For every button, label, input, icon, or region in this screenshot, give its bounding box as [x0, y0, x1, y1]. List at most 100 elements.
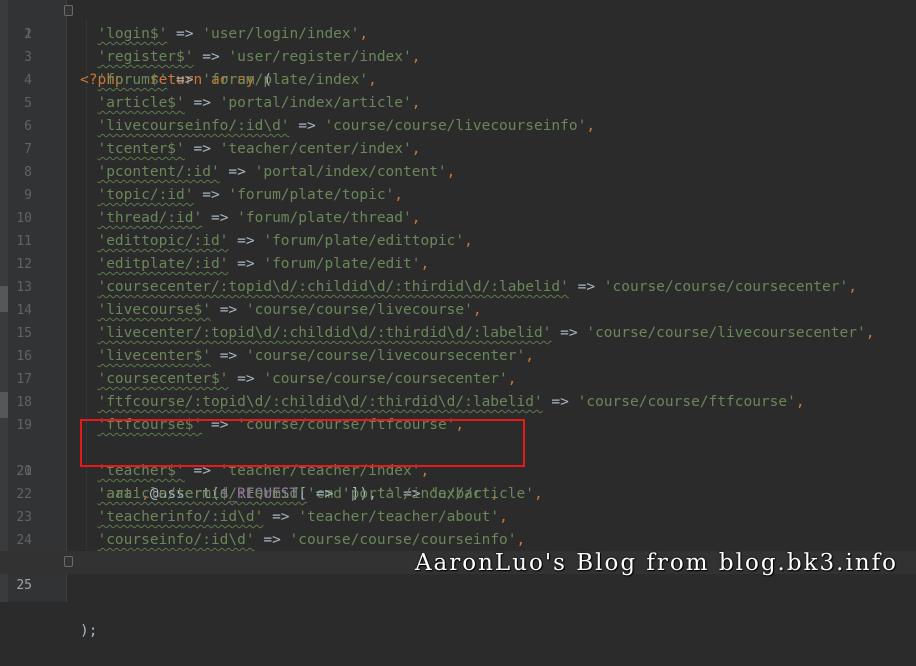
- line-number: 19: [16, 418, 32, 433]
- fold-marker-icon[interactable]: [64, 5, 73, 16]
- comma: ,: [394, 187, 404, 203]
- route-key: 'coursecenter/:topid\d/:childid\d/:third…: [97, 279, 569, 295]
- route-target: 'forum/plate/thread': [237, 210, 412, 226]
- comma: ,: [411, 95, 421, 111]
- line-number: 10: [16, 211, 32, 226]
- code-text: 'register$' => 'user/register/index',: [80, 46, 420, 69]
- line-number: 9: [24, 188, 32, 203]
- arrow: =>: [551, 325, 587, 341]
- arrow: =>: [210, 302, 246, 318]
- code-line-24[interactable]: 24 'courseinfo/:id\d' => 'course/course/…: [0, 529, 916, 552]
- code-line-8[interactable]: 8 'pcontent/:id' => 'portal/index/conten…: [0, 161, 916, 184]
- code-text: 'editplate/:id' => 'forum/plate/edit',: [80, 253, 429, 276]
- arrow: =>: [228, 256, 264, 272]
- route-target: 'course/course/livecoursecenter': [245, 348, 526, 364]
- code-line-22[interactable]: 22 'article/termid/:termid' => 'portal/i…: [0, 483, 916, 506]
- route-target: 'forum/plate/topic': [228, 187, 395, 203]
- line-number: 24: [16, 533, 32, 548]
- route-key: 'editplate/:id': [97, 256, 229, 272]
- code-line-5[interactable]: 5 'article$' => 'portal/index/article',: [0, 92, 916, 115]
- route-target: 'teacher/teacher/about': [298, 509, 500, 525]
- line-number: 12: [16, 257, 32, 272]
- route-target: 'portal/index/article': [341, 486, 534, 502]
- code-text: 'edittopic/:id' => 'forum/plate/edittopi…: [80, 230, 473, 253]
- comma: ,: [472, 302, 482, 318]
- line-number: 21: [16, 464, 32, 479]
- code-line-2[interactable]: 2 'login$' => 'user/login/index',: [0, 23, 916, 46]
- route-target: 'course/course/coursecenter': [263, 371, 508, 387]
- route-target: 'course/course/coursecenter': [603, 279, 849, 295]
- route-key: 'livecenter/:topid\d/:childid\d/:thirdid…: [97, 325, 552, 341]
- arrow: =>: [193, 49, 229, 65]
- code-line-9[interactable]: 9 'topic/:id' => 'forum/plate/topic',: [0, 184, 916, 207]
- line-number: 6: [24, 119, 32, 134]
- comma: ,: [586, 118, 596, 134]
- route-key: 'ftfcourse/:topid\d/:childid\d/:thirdid\…: [97, 394, 543, 410]
- arrow: =>: [568, 279, 604, 295]
- line-number: 13: [16, 280, 32, 295]
- code-line-14[interactable]: 14 'livecourse$' => 'course/course/livec…: [0, 299, 916, 322]
- route-key: 'teacherinfo/:id\d': [97, 509, 264, 525]
- code-line-4[interactable]: 4 'forum$' => 'forum/plate/index',: [0, 69, 916, 92]
- code-line-16[interactable]: 16 'livecenter$' => 'course/course/livec…: [0, 345, 916, 368]
- code-text: 'pcontent/:id' => 'portal/index/content'…: [80, 161, 455, 184]
- code-text: 'livecenter$' => 'course/course/livecour…: [80, 345, 534, 368]
- comma: ,: [865, 325, 875, 341]
- route-key: 'edittopic/:id': [97, 233, 229, 249]
- route-target: 'forum/plate/edit': [263, 256, 421, 272]
- route-key: 'thread/:id': [97, 210, 203, 226]
- route-target: 'course/course/courseinfo': [289, 532, 517, 548]
- code-line-6[interactable]: 6 'livecourseinfo/:id\d' => 'course/cour…: [0, 115, 916, 138]
- line-number: 8: [24, 165, 32, 180]
- route-key: 'livecenter$': [97, 348, 211, 364]
- code-line-17[interactable]: 17 'coursecenter$' => 'course/course/cou…: [0, 368, 916, 391]
- arrow: =>: [228, 233, 264, 249]
- route-target: 'course/course/livecoursecenter': [586, 325, 866, 341]
- line-number: 16: [16, 349, 32, 364]
- route-key: 'article/termid/:termid': [97, 486, 307, 502]
- code-text: );: [80, 620, 97, 643]
- arrow: =>: [210, 348, 246, 364]
- route-target: 'course/course/livecourseinfo': [324, 118, 587, 134]
- comma: ,: [446, 164, 456, 180]
- line-number: 22: [16, 487, 32, 502]
- code-text: 'forum$' => 'forum/plate/index',: [80, 69, 376, 92]
- route-target: 'course/course/ftfcourse': [577, 394, 796, 410]
- route-target: 'user/login/index': [202, 26, 360, 42]
- comma: ,: [411, 49, 421, 65]
- code-line-13[interactable]: 13 'coursecenter/:topid\d/:childid\d/:th…: [0, 276, 916, 299]
- code-text: 'livecourse$' => 'course/course/livecour…: [80, 299, 482, 322]
- code-line-12[interactable]: 12 'editplate/:id' => 'forum/plate/edit'…: [0, 253, 916, 276]
- code-text: 'coursecenter/:topid\d/:childid\d/:third…: [80, 276, 857, 299]
- line-number: 4: [24, 73, 32, 88]
- comma: ,: [507, 371, 517, 387]
- route-key: 'login$': [97, 26, 168, 42]
- arrow: =>: [306, 486, 342, 502]
- fold-marker-icon[interactable]: [64, 556, 73, 567]
- route-key: 'register$': [97, 49, 194, 65]
- arrow: =>: [289, 118, 325, 134]
- code-text: 'coursecenter$' => 'course/course/course…: [80, 368, 517, 391]
- comma: ,: [795, 394, 805, 410]
- route-key: 'pcontent/:id': [97, 164, 220, 180]
- code-line-1[interactable]: 1 <?php return array (: [0, 0, 916, 88]
- comma: ,: [464, 233, 473, 249]
- code-line-15[interactable]: 15 'livecenter/:topid\d/:childid\d/:thir…: [0, 322, 916, 345]
- code-text: 'courseinfo/:id\d' => 'course/course/cou…: [80, 529, 525, 552]
- arrow: =>: [184, 95, 220, 111]
- line-number: 23: [16, 510, 32, 525]
- code-text: 'thread/:id' => 'forum/plate/thread',: [80, 207, 421, 230]
- code-line-10[interactable]: 10 'thread/:id' => 'forum/plate/thread',: [0, 207, 916, 230]
- code-line-11[interactable]: 11 'edittopic/:id' => 'forum/plate/editt…: [0, 230, 916, 253]
- code-line-7[interactable]: 7 'tcenter$' => 'teacher/center/index',: [0, 138, 916, 161]
- line-number: 11: [16, 234, 32, 249]
- comma: ,: [411, 210, 421, 226]
- arrow: =>: [202, 210, 238, 226]
- code-line-23[interactable]: 23 'teacherinfo/:id\d' => 'teacher/teach…: [0, 506, 916, 529]
- code-line-3[interactable]: 3 'register$' => 'user/register/index',: [0, 46, 916, 69]
- arrow: =>: [193, 187, 229, 203]
- arrow: =>: [542, 394, 578, 410]
- code-editor[interactable]: 1 <?php return array ( 2 'login$' => 'us…: [0, 0, 916, 639]
- code-line-18[interactable]: 18 'ftfcourse/:topid\d/:childid\d/:third…: [0, 391, 916, 414]
- watermark-text: AaronLuo's Blog from blog.bk3.info: [414, 550, 898, 576]
